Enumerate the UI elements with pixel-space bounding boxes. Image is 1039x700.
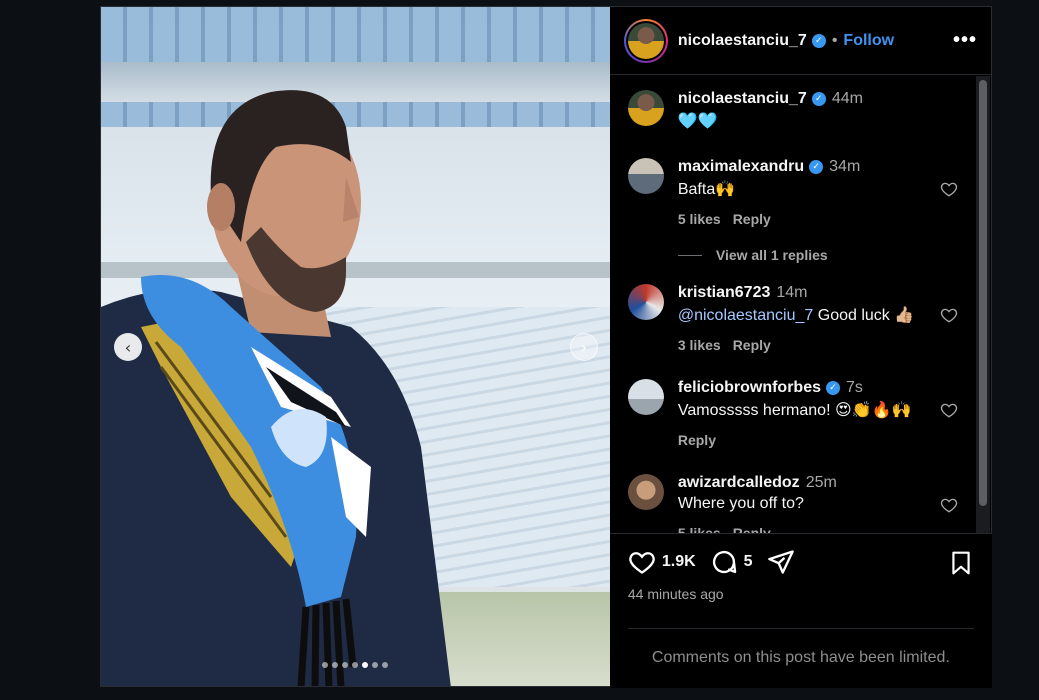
story-ring[interactable]	[623, 18, 668, 63]
avatar[interactable]	[627, 90, 664, 126]
send-icon	[767, 550, 794, 574]
post-dialog: ‹ › nicolaestanciu_7 ✓ • Follow ••• nico…	[100, 6, 992, 688]
heart-icon	[629, 552, 655, 574]
carousel-dot	[342, 662, 349, 668]
comment-item: feliciobrownforbes ✓ 7s Vamosssss hermano!…	[627, 379, 958, 448]
carousel-dot	[332, 662, 339, 668]
next-slide-button[interactable]: ›	[570, 333, 598, 361]
avatar[interactable]	[627, 284, 664, 320]
avatar	[627, 22, 664, 59]
comment-username[interactable]: maximalexandru	[678, 158, 804, 175]
comment-likes[interactable]: 3 likes	[678, 337, 721, 353]
caption-time: 44m	[831, 90, 863, 107]
action-bar: 1.9K 5	[628, 548, 795, 576]
comments-list[interactable]: nicolaestanciu_7 ✓ 44m 🩵🩵 maximalexandru ✓ 3…	[610, 76, 992, 533]
avatar[interactable]	[627, 158, 664, 194]
post-side-panel: nicolaestanciu_7 ✓ • Follow ••• nicolaes…	[609, 7, 992, 688]
chevron-left-icon: ‹	[124, 337, 132, 357]
comment-text: Where you off to?	[677, 495, 804, 512]
caption-text: 🩵🩵	[677, 113, 718, 130]
like-count[interactable]: 1.9K	[662, 553, 696, 571]
comment-count: 5	[743, 553, 753, 570]
heart-icon[interactable]	[940, 496, 958, 514]
carousel-dot	[322, 662, 329, 668]
comment-time: 14m	[776, 284, 808, 301]
more-options-icon[interactable]: •••	[953, 29, 977, 52]
post-timestamp[interactable]: 44 minutes ago	[628, 586, 724, 602]
previous-slide-button[interactable]: ‹	[114, 333, 142, 361]
carousel-dot	[382, 662, 389, 668]
avatar[interactable]	[627, 379, 664, 415]
reply-button[interactable]: Reply	[678, 432, 716, 448]
carousel-dot	[372, 662, 379, 668]
comment-item: maximalexandru ✓ 34m Bafta🙌 5 likes Reply	[627, 158, 958, 227]
player-photo	[101, 90, 451, 686]
reply-button[interactable]: Reply	[733, 337, 771, 353]
comment-time: 34m	[829, 158, 861, 175]
reply-button[interactable]: Reply	[733, 525, 771, 533]
post-header: nicolaestanciu_7 ✓ • Follow •••	[609, 7, 991, 75]
reply-button[interactable]: Reply	[733, 211, 771, 227]
comments-scrollbar[interactable]	[975, 76, 990, 533]
post-image[interactable]: ‹ ›	[101, 7, 610, 686]
author-username[interactable]: nicolaestanciu_7	[678, 32, 807, 50]
carousel-dots	[101, 662, 610, 668]
heart-icon[interactable]	[940, 180, 958, 198]
follow-button[interactable]: Follow	[843, 32, 894, 50]
comment-button[interactable]: 5	[710, 548, 767, 576]
carousel-dot	[352, 662, 359, 668]
verified-badge-icon: ✓	[809, 159, 824, 174]
scrollbar-thumb[interactable]	[978, 80, 987, 506]
chevron-right-icon: ›	[580, 337, 588, 357]
share-button[interactable]	[767, 548, 795, 576]
heart-icon[interactable]	[940, 306, 958, 324]
divider	[677, 254, 702, 256]
view-replies-button[interactable]: View all 1 replies	[677, 247, 828, 263]
separator-dot: •	[831, 31, 838, 49]
comment-username[interactable]: feliciobrownforbes	[678, 379, 821, 396]
comment-time: 25m	[805, 474, 837, 491]
mention-link[interactable]: @nicolaestanciu_7	[678, 307, 813, 324]
comments-limited-notice: Comments on this post have been limited.	[627, 628, 974, 667]
carousel-dot-active	[362, 662, 369, 668]
avatar[interactable]	[627, 474, 664, 510]
view-replies-label: View all 1 replies	[715, 247, 828, 263]
verified-badge-icon: ✓	[811, 91, 826, 106]
comment-time: 7s	[845, 379, 863, 396]
comment-username[interactable]: awizardcalledoz	[678, 474, 800, 491]
comment-text: @nicolaestanciu_7 Good luck 👍🏼	[678, 305, 958, 325]
caption-username[interactable]: nicolaestanciu_7	[678, 90, 807, 107]
comment-text: Vamosssss hermano! 😍👏🔥🙌	[677, 402, 912, 419]
comment-bubble-icon	[712, 551, 736, 574]
verified-badge-icon: ✓	[811, 33, 826, 48]
comment-username[interactable]: kristian6723	[678, 284, 771, 301]
caption: nicolaestanciu_7 ✓ 44m 🩵🩵	[627, 90, 958, 131]
comment-likes[interactable]: 5 likes	[678, 525, 721, 533]
comment-item: awizardcalledoz 25m Where you off to? 5 l…	[627, 474, 958, 533]
verified-badge-icon: ✓	[825, 380, 840, 395]
bookmark-icon[interactable]	[948, 550, 974, 576]
comment-item: kristian6723 14m @nicolaestanciu_7 Good l…	[627, 284, 958, 353]
comment-text-body: Good luck 👍🏼	[817, 307, 915, 324]
comment-text: Bafta🙌	[677, 181, 736, 198]
comment-likes[interactable]: 5 likes	[678, 211, 721, 227]
like-button[interactable]: 1.9K	[628, 548, 710, 576]
heart-icon[interactable]	[940, 401, 958, 419]
post-actions-panel: 1.9K 5 44 minutes ago Comments on this p…	[609, 533, 992, 688]
